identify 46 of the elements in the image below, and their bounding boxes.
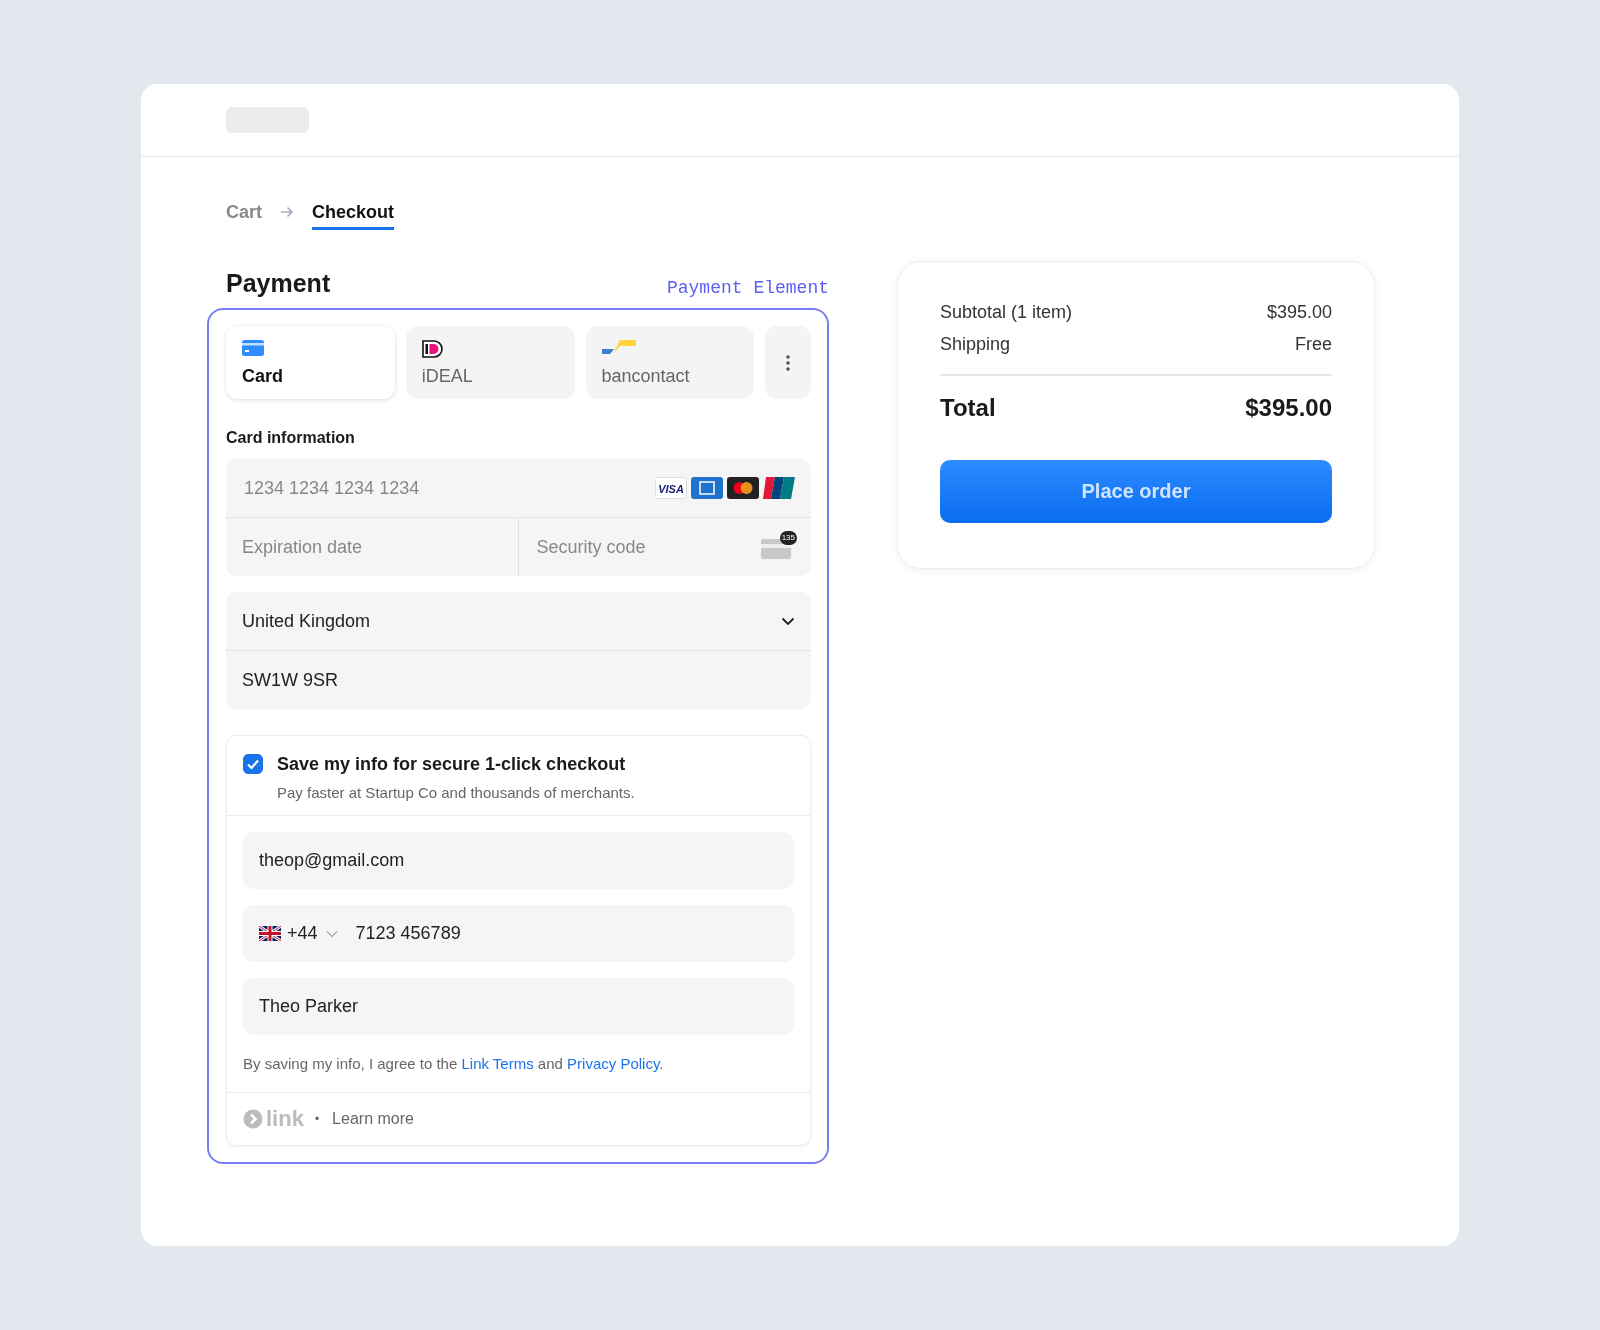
section-title: Payment xyxy=(226,269,331,298)
learn-more-link[interactable]: Learn more xyxy=(332,1110,414,1128)
total-value: $395.00 xyxy=(1245,394,1332,423)
summary-label: Shipping xyxy=(940,334,1011,356)
annotation-label: Payment Element xyxy=(666,278,829,298)
link-terms-link[interactable]: Link Terms xyxy=(461,1055,534,1072)
more-icon xyxy=(786,354,791,371)
summary-value: $395.00 xyxy=(1266,302,1332,324)
card-back-icon xyxy=(761,539,791,559)
breadcrumb-link[interactable]: Checkout xyxy=(312,201,395,230)
breadcrumb-link[interactable]: Cart xyxy=(226,201,262,230)
field-label: Card information xyxy=(226,429,356,447)
checkmark-icon xyxy=(246,758,260,770)
unionpay-logo-icon xyxy=(763,477,795,499)
phone-field[interactable]: 7123 456789 xyxy=(355,923,461,944)
arrow-icon xyxy=(280,206,294,218)
postal-code-field[interactable]: SW1W 9SR xyxy=(242,669,795,691)
ideal-logo-icon xyxy=(421,340,444,358)
payment-method-tab[interactable]: bancontact xyxy=(585,326,755,399)
save-info-label: Save my info for secure 1-click checkout xyxy=(277,754,627,775)
email-field[interactable]: theop@gmail.com xyxy=(259,850,405,871)
card-number-field[interactable]: 1234 1234 1234 1234 xyxy=(242,476,655,500)
summary-label: Subtotal (1 item) xyxy=(940,302,1073,324)
save-info-description: Pay faster at Startup Co and thousands of merchants. xyxy=(277,784,635,801)
country-select[interactable]: United Kingdom xyxy=(242,610,781,632)
credit-card-icon xyxy=(242,340,264,356)
total-label: Total xyxy=(940,394,996,423)
summary-value: Free xyxy=(1295,334,1332,356)
terms-text: By saving my info, I agree to the Link Terms and Privacy Policy. xyxy=(243,1055,665,1072)
checkbox[interactable] xyxy=(243,754,263,774)
visa-logo: VISA xyxy=(655,477,687,499)
country-code-select[interactable]: +44 xyxy=(287,923,318,944)
separator-dot: • xyxy=(314,1112,320,1126)
link-logo: link xyxy=(266,1106,304,1132)
bancontact-logo-icon xyxy=(601,340,636,354)
chevron-down-icon xyxy=(781,616,795,626)
security-code-field[interactable]: Security code xyxy=(534,535,761,559)
flag-icon xyxy=(259,926,281,941)
cvc-badge: 135 xyxy=(779,531,797,545)
expiration-date-field[interactable]: Expiration date xyxy=(226,518,519,576)
payment-method-tab[interactable]: iDEAL xyxy=(405,326,575,399)
name-field[interactable]: Theo Parker xyxy=(259,996,359,1017)
payment-method-tab[interactable]: Card xyxy=(226,326,395,399)
mastercard-logo-icon xyxy=(727,477,759,499)
link-logo-icon xyxy=(243,1109,263,1129)
chevron-down-icon xyxy=(325,929,338,938)
